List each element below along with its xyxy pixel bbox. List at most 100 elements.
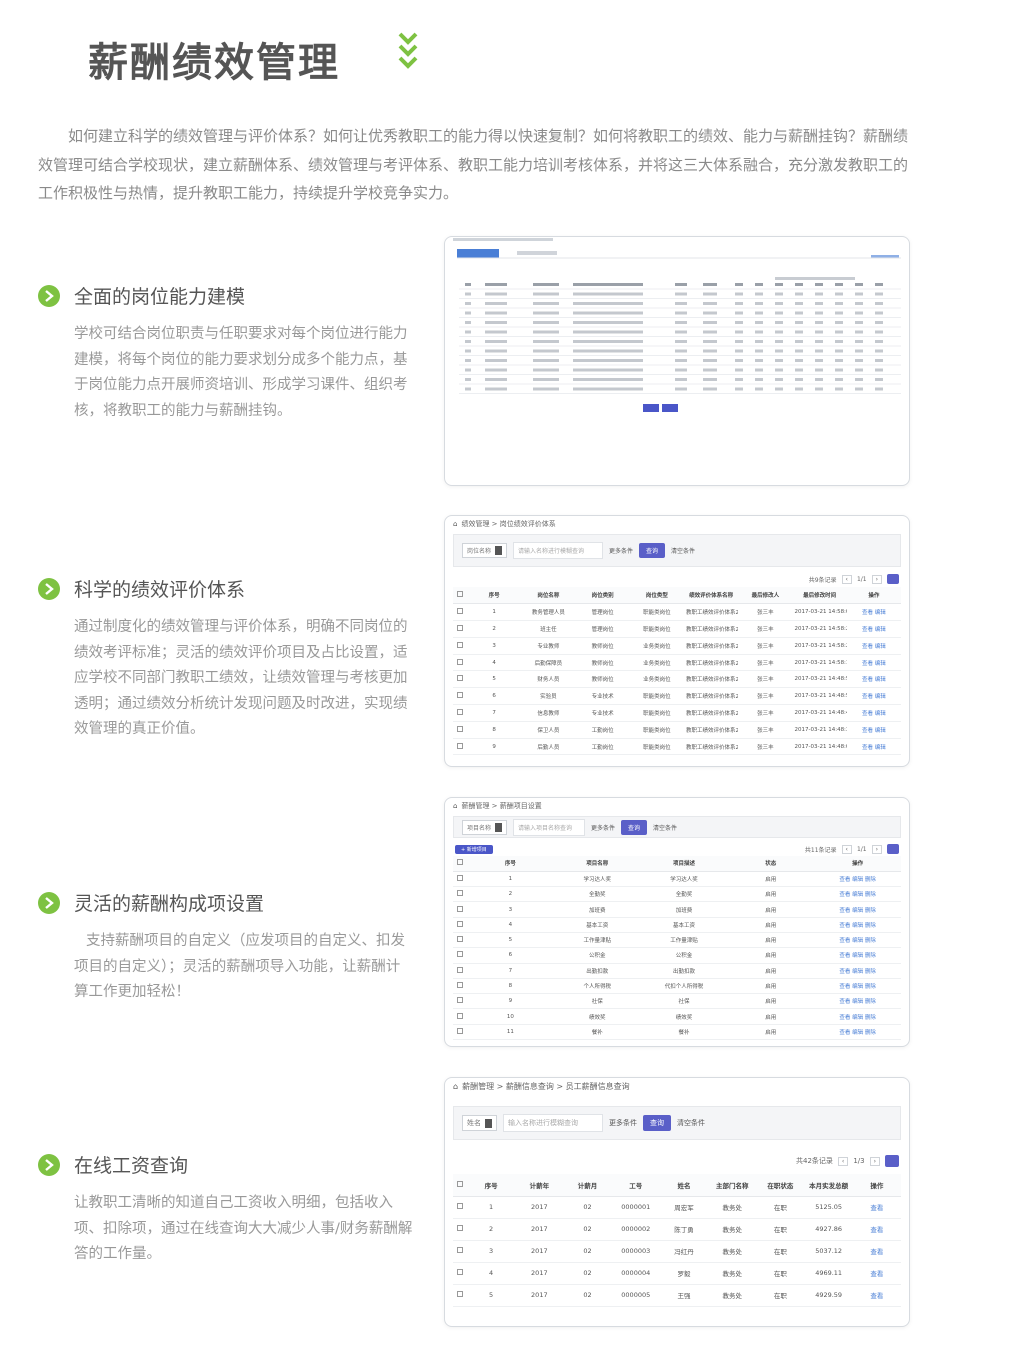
search-field-select[interactable]: 岗位名称 (462, 543, 508, 558)
select-all-checkbox[interactable] (457, 591, 463, 598)
row-checkbox[interactable] (457, 1027, 463, 1034)
list-view-icon[interactable] (885, 1155, 899, 1167)
row-checkbox[interactable] (457, 905, 463, 912)
row-action-links[interactable]: 查看 编辑 删除 (814, 917, 901, 933)
row-action-links[interactable]: 查看 编辑 删除 (814, 993, 901, 1010)
row-checkbox[interactable] (457, 641, 463, 648)
row-action-links[interactable]: 查看 (852, 1240, 901, 1263)
table-cell: 2017-03-21 14:48:48 (792, 704, 847, 722)
row-checkbox[interactable] (457, 982, 463, 989)
row-checkbox[interactable] (457, 742, 463, 749)
list-view-icon[interactable] (887, 574, 899, 584)
clear-conditions-button[interactable]: 清空条件 (671, 546, 695, 555)
prev-page-button[interactable]: ‹ (837, 1156, 849, 1166)
query-button[interactable]: 查询 (639, 543, 666, 558)
thumbnail-cell (465, 321, 471, 324)
row-checkbox[interactable] (457, 658, 463, 665)
column-header: 姓名 (659, 1174, 709, 1197)
row-action-links[interactable]: 查看 (852, 1262, 901, 1285)
more-conditions-button[interactable]: 更多条件 (609, 546, 633, 555)
row-action-links[interactable]: 查看 编辑 删除 (814, 978, 901, 995)
row-action-links[interactable]: 查看 编辑 删除 (814, 963, 901, 979)
salary-items-table: 序号 项目名称 项目描述 状态 操作 1 学习达人奖 学习达人奖 启用 查看 编辑 删除 2 全勤奖全… (453, 856, 901, 1041)
row-action-links[interactable]: 查看 编辑 删除 (814, 1024, 901, 1041)
row-checkbox[interactable] (457, 920, 463, 927)
row-checkbox[interactable] (457, 966, 463, 973)
thumbnail-cell (703, 283, 717, 286)
row-action-links[interactable]: 查看 编辑 (846, 721, 901, 739)
next-page-button[interactable]: › (871, 844, 882, 854)
row-checkbox[interactable] (457, 1291, 463, 1297)
prev-page-button[interactable]: ‹ (841, 844, 852, 854)
row-action-links[interactable]: 查看 编辑 删除 (814, 947, 901, 964)
row-action-links[interactable]: 查看 编辑 (846, 704, 901, 722)
thumbnail-cell (533, 359, 559, 362)
row-action-links[interactable]: 查看 编辑 (846, 603, 901, 622)
row-checkbox[interactable] (457, 1247, 463, 1253)
next-page-button[interactable]: › (871, 574, 882, 584)
search-field-select[interactable]: 姓名 (462, 1115, 497, 1131)
table-cell: 基本工资 (640, 917, 728, 933)
thumbnail-cell (465, 330, 471, 334)
row-action-links[interactable]: 查看 (852, 1218, 901, 1241)
row-action-links[interactable]: 查看 (852, 1196, 901, 1219)
thumbnail-cell (485, 330, 507, 334)
thumbnail-cell (735, 378, 743, 381)
table-cell: 专业教师 (521, 637, 576, 655)
row-checkbox[interactable] (457, 951, 463, 958)
row-checkbox[interactable] (457, 1203, 463, 1209)
column-header: 计薪年 (515, 1174, 564, 1197)
row-action-links[interactable]: 查看 编辑 删除 (814, 1008, 901, 1025)
add-item-button[interactable]: + 新增项目 (455, 845, 493, 854)
more-conditions-button[interactable]: 更多条件 (609, 1118, 637, 1128)
row-action-links[interactable]: 查看 编辑 删除 (814, 886, 901, 903)
row-checkbox[interactable] (457, 624, 463, 631)
row-checkbox[interactable] (457, 1269, 463, 1275)
row-action-links[interactable]: 查看 编辑 删除 (814, 871, 901, 888)
query-button[interactable]: 查询 (643, 1115, 671, 1131)
table-cell: 2017-03-21 14:48:59 (792, 670, 847, 689)
clear-conditions-button[interactable]: 清空条件 (653, 823, 677, 832)
row-checkbox[interactable] (457, 608, 463, 615)
row-action-links[interactable]: 查看 编辑 (846, 687, 901, 706)
row-action-links[interactable]: 查看 编辑 删除 (814, 932, 901, 949)
row-action-links[interactable]: 查看 编辑 (846, 654, 901, 672)
table-cell: 张三丰 (738, 654, 793, 672)
feature-position-capability: 全面的岗位能力建模 学校可结合岗位职责与任职要求对每个岗位进行能力建模，将每个岗… (38, 282, 418, 424)
select-all-checkbox[interactable] (457, 1180, 463, 1187)
row-action-links[interactable]: 查看 编辑 (846, 738, 901, 756)
search-input[interactable]: 请输入项目名称查询 (513, 818, 586, 836)
row-action-links[interactable]: 查看 编辑 (846, 670, 901, 689)
row-checkbox[interactable] (457, 874, 463, 881)
table-cell: 教职工绩效评价体系2017 (684, 687, 739, 706)
feature-salary-query: 在线工资查询 让教职工清晰的知道自己工资收入明细，包括收入项、扣除项，通过在线查… (38, 1151, 418, 1268)
prev-page-button[interactable]: ‹ (841, 574, 852, 584)
select-all-checkbox[interactable] (457, 859, 463, 866)
more-conditions-button[interactable]: 更多条件 (591, 823, 615, 832)
row-checkbox[interactable] (457, 997, 463, 1004)
row-checkbox[interactable] (457, 1012, 463, 1019)
table-cell: 4969.11 (804, 1262, 853, 1285)
clear-conditions-button[interactable]: 清空条件 (677, 1118, 705, 1128)
row-action-links[interactable]: 查看 (852, 1284, 901, 1307)
row-action-links[interactable]: 查看 编辑 删除 (814, 901, 901, 918)
search-field-select[interactable]: 项目名称 (462, 819, 508, 835)
row-checkbox[interactable] (457, 936, 463, 943)
thumbnail-cell (533, 311, 559, 315)
table-cell: 餐补 (640, 1024, 728, 1041)
row-checkbox[interactable] (457, 675, 463, 682)
row-checkbox[interactable] (457, 1225, 463, 1231)
row-checkbox[interactable] (457, 725, 463, 732)
row-action-links[interactable]: 查看 编辑 (846, 637, 901, 655)
table-cell: 启用 (727, 871, 815, 888)
row-checkbox[interactable] (457, 890, 463, 897)
thumbnail-cell (855, 321, 863, 324)
list-view-icon[interactable] (887, 844, 899, 854)
search-input[interactable]: 请输入名称进行模糊查询 (513, 542, 604, 559)
row-action-links[interactable]: 查看 编辑 (846, 620, 901, 638)
row-checkbox[interactable] (457, 692, 463, 699)
search-input[interactable]: 输入名称进行模糊查询 (503, 1114, 603, 1132)
next-page-button[interactable]: › (869, 1156, 880, 1166)
row-checkbox[interactable] (457, 708, 463, 715)
query-button[interactable]: 查询 (621, 819, 648, 835)
